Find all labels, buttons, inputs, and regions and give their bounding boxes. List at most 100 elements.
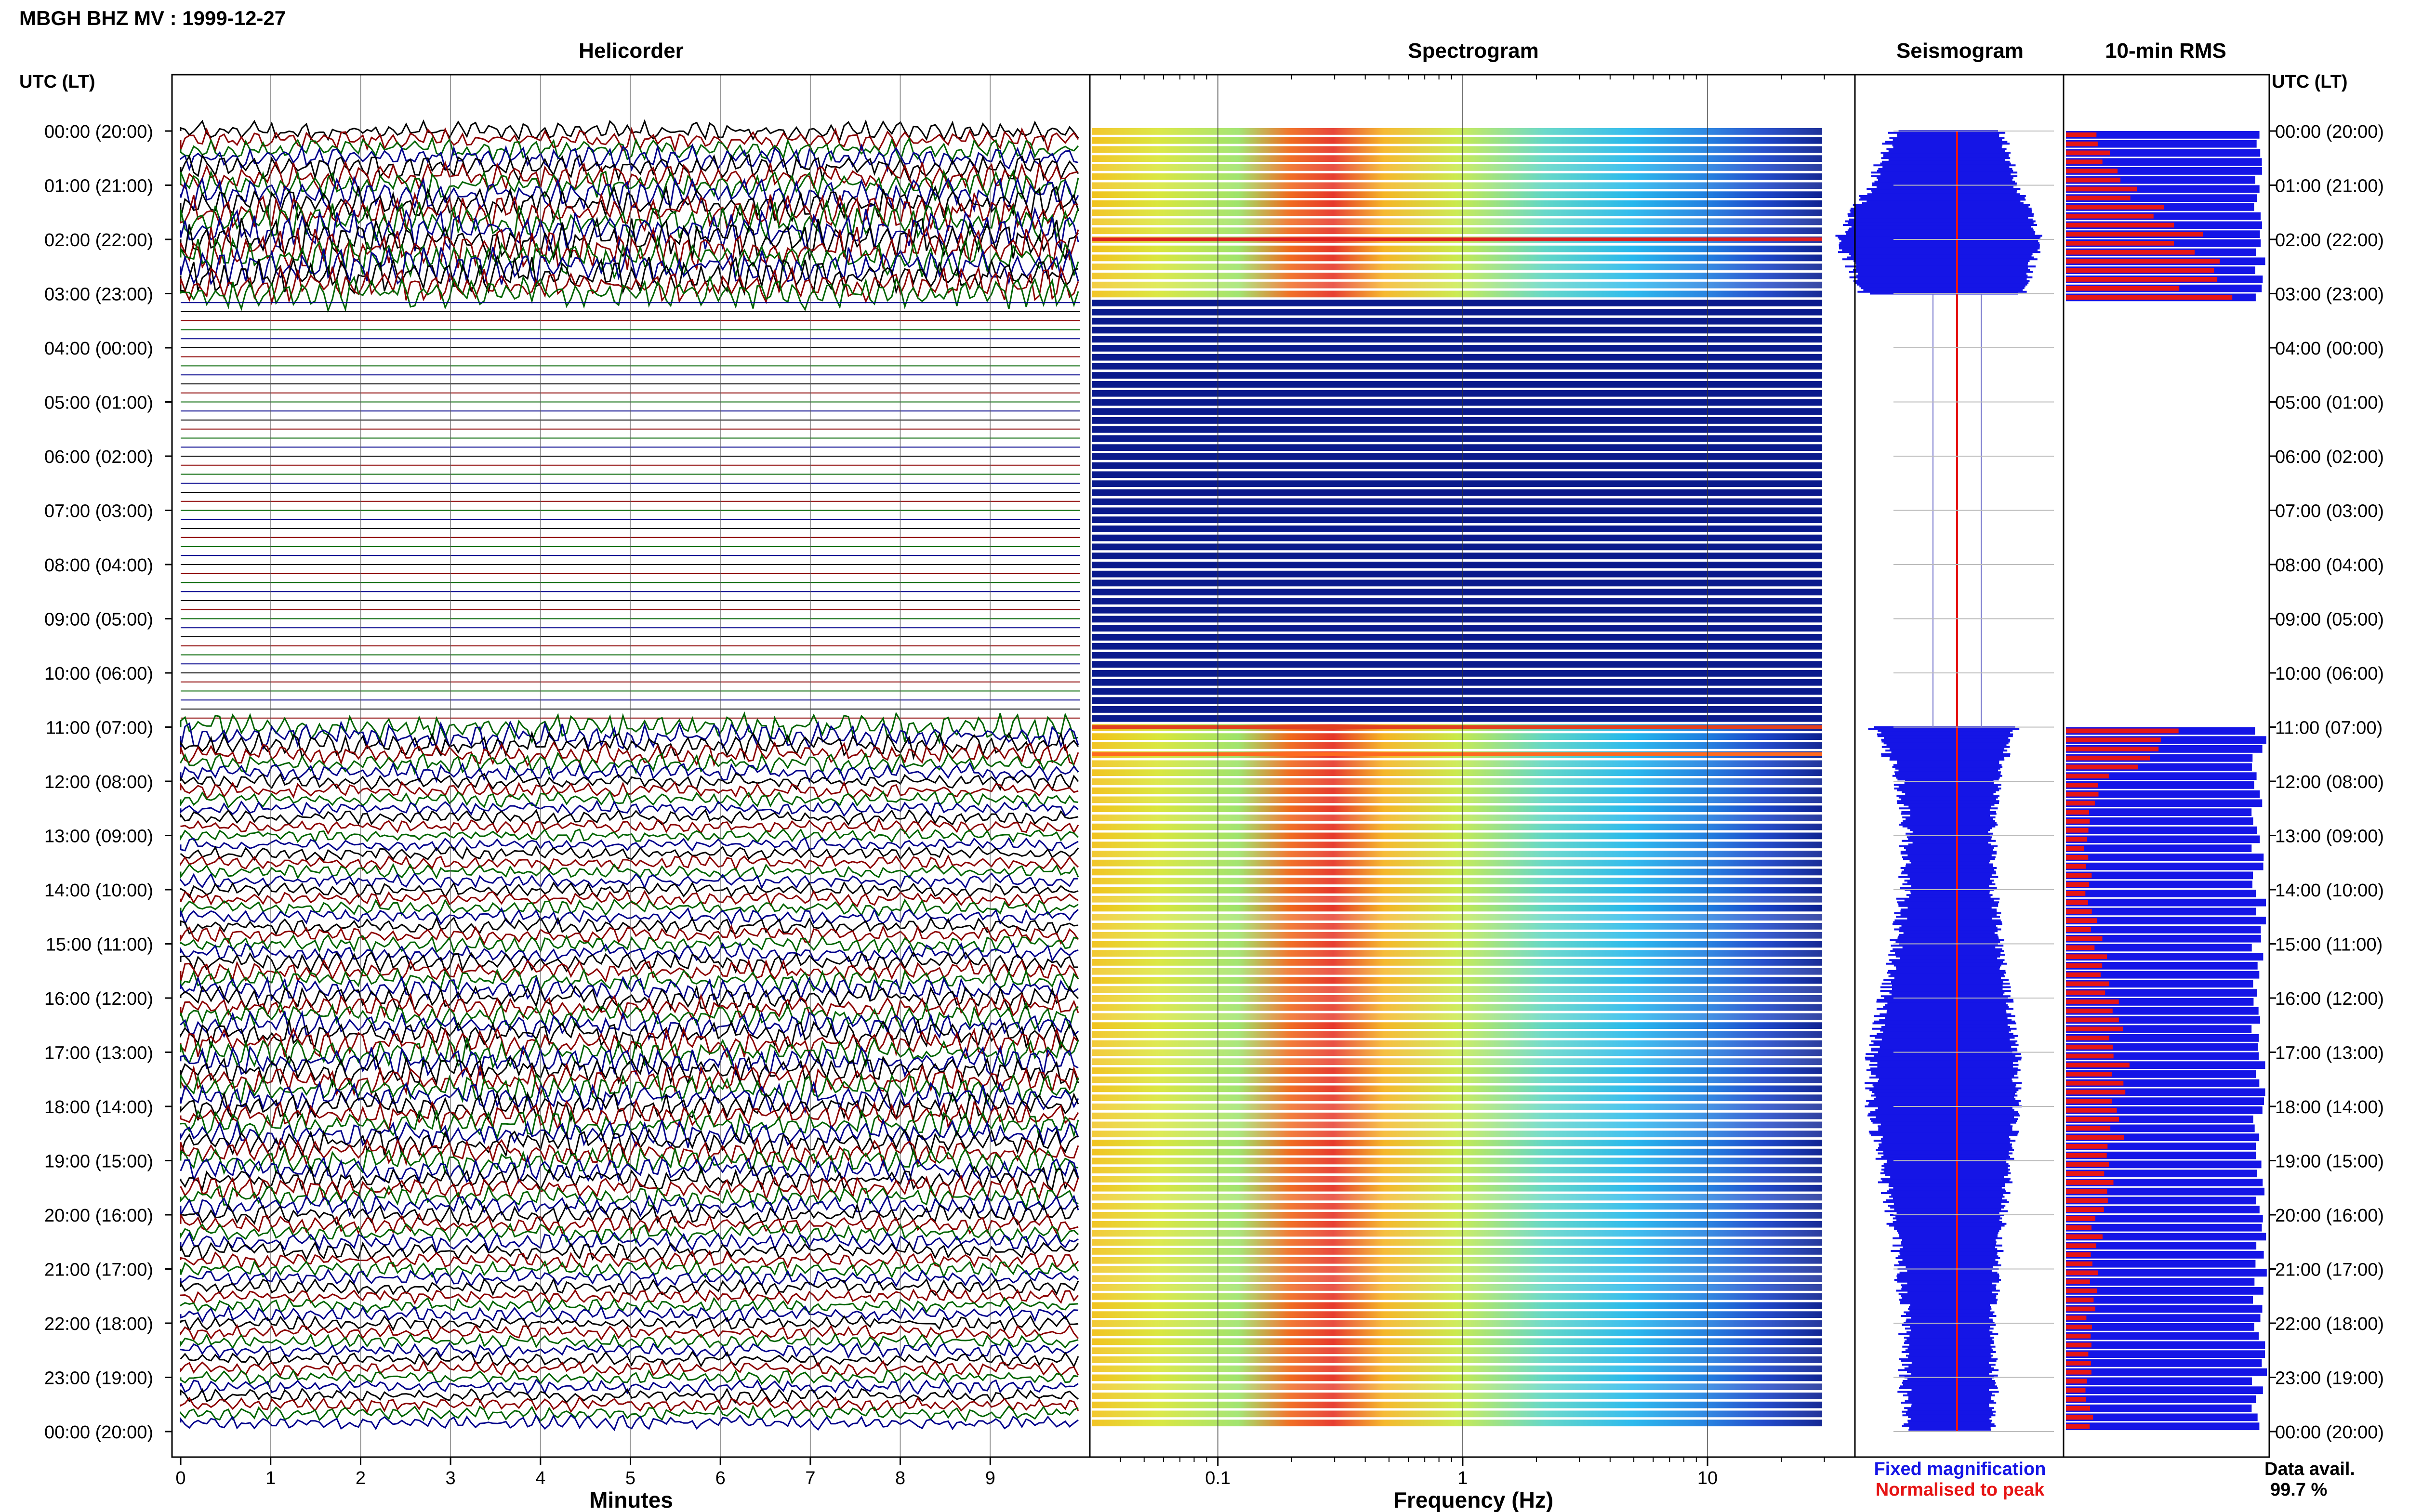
spectrogram-row — [1092, 941, 1822, 948]
minute-tick-label: 1 — [265, 1468, 276, 1488]
spectrogram-row — [1092, 1058, 1822, 1065]
rms-fixed-bar — [2066, 1223, 2262, 1232]
rms-normalised-bar — [2066, 783, 2098, 788]
rms-normalised-bar — [2066, 774, 2109, 779]
minute-tick-label: 4 — [535, 1468, 545, 1488]
time-tick-label-left: 16:00 (12:00) — [44, 989, 153, 1009]
time-tick-label-left: 11:00 (07:00) — [46, 718, 153, 738]
spectrogram-row — [1092, 1112, 1822, 1119]
helicorder-trace — [180, 916, 1079, 936]
rms-normalised-bar — [2066, 755, 2150, 761]
frequency-tick-label: 1 — [1457, 1468, 1468, 1488]
rms-fixed-bar — [2066, 890, 2256, 897]
spectrogram-row — [1092, 1284, 1822, 1291]
spectrogram-row — [1092, 859, 1822, 867]
rms-fixed-bar — [2066, 1386, 2263, 1394]
spectrogram-row — [1092, 923, 1822, 930]
rms-fixed-bar — [2066, 1350, 2265, 1358]
rms-fixed-bar — [2066, 1323, 2254, 1331]
spectrogram-row — [1092, 841, 1822, 849]
rms-normalised-bar — [2066, 1424, 2090, 1429]
rms-normalised-bar — [2066, 1297, 2094, 1302]
spectrogram-gap-row — [1092, 399, 1822, 406]
spectrogram-row — [1092, 1230, 1822, 1237]
frequency-tick-label: 10 — [1697, 1468, 1718, 1488]
spectrogram-row — [1092, 1311, 1822, 1318]
spectrogram-row — [1092, 868, 1822, 876]
spectrogram-gap-row — [1092, 534, 1822, 541]
helicorder-trace — [180, 1351, 1079, 1368]
rms-normalised-bar — [2066, 900, 2088, 905]
minute-tick-label: 7 — [805, 1468, 815, 1488]
spectrogram-row — [1092, 1094, 1822, 1102]
rms-fixed-bar — [2066, 1359, 2262, 1367]
rms-normalised-bar — [2066, 819, 2090, 824]
rms-fixed-bar — [2066, 1332, 2259, 1340]
rms-fixed-bar — [2066, 1341, 2265, 1349]
minute-tick-label: 8 — [895, 1468, 905, 1488]
spectrogram-gap-row — [1092, 706, 1822, 713]
spectrogram-row — [1092, 1302, 1822, 1309]
rms-normalised-bar — [2066, 132, 2097, 137]
rms-fixed-bar — [2066, 898, 2266, 907]
data-avail-value: 99.7 % — [2270, 1480, 2327, 1500]
time-tick-label-left: 13:00 (09:00) — [44, 827, 153, 847]
spectrogram-row — [1092, 1067, 1822, 1074]
rms-normalised-bar — [2066, 1243, 2096, 1249]
time-tick-label-left: 09:00 (05:00) — [44, 610, 153, 630]
spectrogram-gap-row — [1092, 300, 1822, 307]
spectrogram-gap-row — [1092, 363, 1822, 370]
time-tick-label-right: 07:00 (03:00) — [2275, 501, 2384, 522]
rms-normalised-bar — [2066, 1234, 2103, 1239]
rms-normalised-bar — [2066, 981, 2109, 986]
spectrogram-gap-row — [1092, 570, 1822, 578]
rms-normalised-bar — [2066, 990, 2105, 996]
spectrogram-row — [1092, 805, 1822, 813]
spectrogram-gap-row — [1092, 327, 1822, 334]
time-tick-label-right: 09:00 (05:00) — [2275, 610, 2384, 630]
rms-normalised-bar — [2066, 728, 2179, 734]
helicorder-trace — [180, 1277, 1079, 1297]
spectrogram-row — [1092, 218, 1822, 225]
spectrogram-row — [1092, 146, 1822, 153]
spectrogram-row — [1092, 887, 1822, 894]
spectrogram-row — [1092, 1148, 1822, 1156]
spectrogram-row — [1092, 914, 1822, 921]
rms-fixed-bar — [2066, 835, 2260, 843]
rms-normalised-bar — [2066, 1053, 2114, 1059]
rms-normalised-bar — [2066, 882, 2090, 887]
spectrogram-gap-row — [1092, 381, 1822, 388]
rms-normalised-bar — [2066, 1008, 2113, 1013]
spectrogram-row — [1092, 769, 1822, 776]
rms-normalised-bar — [2066, 1415, 2093, 1420]
spectrogram-gap-row — [1092, 489, 1822, 496]
spectrogram-row — [1092, 1194, 1822, 1201]
spectrogram-event-row — [1092, 725, 1822, 729]
helicorder-trace — [180, 985, 1079, 1012]
helicorder-trace — [180, 881, 1079, 898]
spectrogram-row — [1092, 950, 1822, 957]
spectrogram-row — [1092, 1004, 1822, 1011]
rms-normalised-bar — [2066, 196, 2131, 201]
rms-normalised-bar — [2066, 1342, 2091, 1348]
helicorder-trace — [180, 1249, 1079, 1270]
rms-normalised-bar — [2066, 1270, 2098, 1275]
utc-label-left: UTC (LT) — [19, 72, 95, 92]
time-tick-label-left: 05:00 (01:00) — [44, 393, 153, 413]
spectrogram-row — [1092, 1022, 1822, 1029]
spectrogram-row — [1092, 1239, 1822, 1246]
rms-normalised-bar — [2066, 177, 2121, 183]
spectrogram-gap-row — [1092, 309, 1822, 316]
rms-normalised-bar — [2066, 1397, 2086, 1402]
rms-normalised-bar — [2066, 1044, 2113, 1050]
spectrogram-row — [1092, 1176, 1822, 1183]
rms-normalised-bar — [2066, 909, 2092, 914]
time-tick-label-right: 08:00 (04:00) — [2275, 555, 2384, 576]
rms-normalised-bar — [2066, 1080, 2124, 1086]
spectrogram-row — [1092, 1049, 1822, 1056]
helicorder-trace — [180, 1359, 1079, 1377]
spectrogram-event-row — [1092, 752, 1822, 756]
rms-normalised-bar — [2066, 963, 2103, 968]
time-tick-label-left: 03:00 (23:00) — [44, 285, 153, 305]
spectrogram-row — [1092, 227, 1822, 235]
